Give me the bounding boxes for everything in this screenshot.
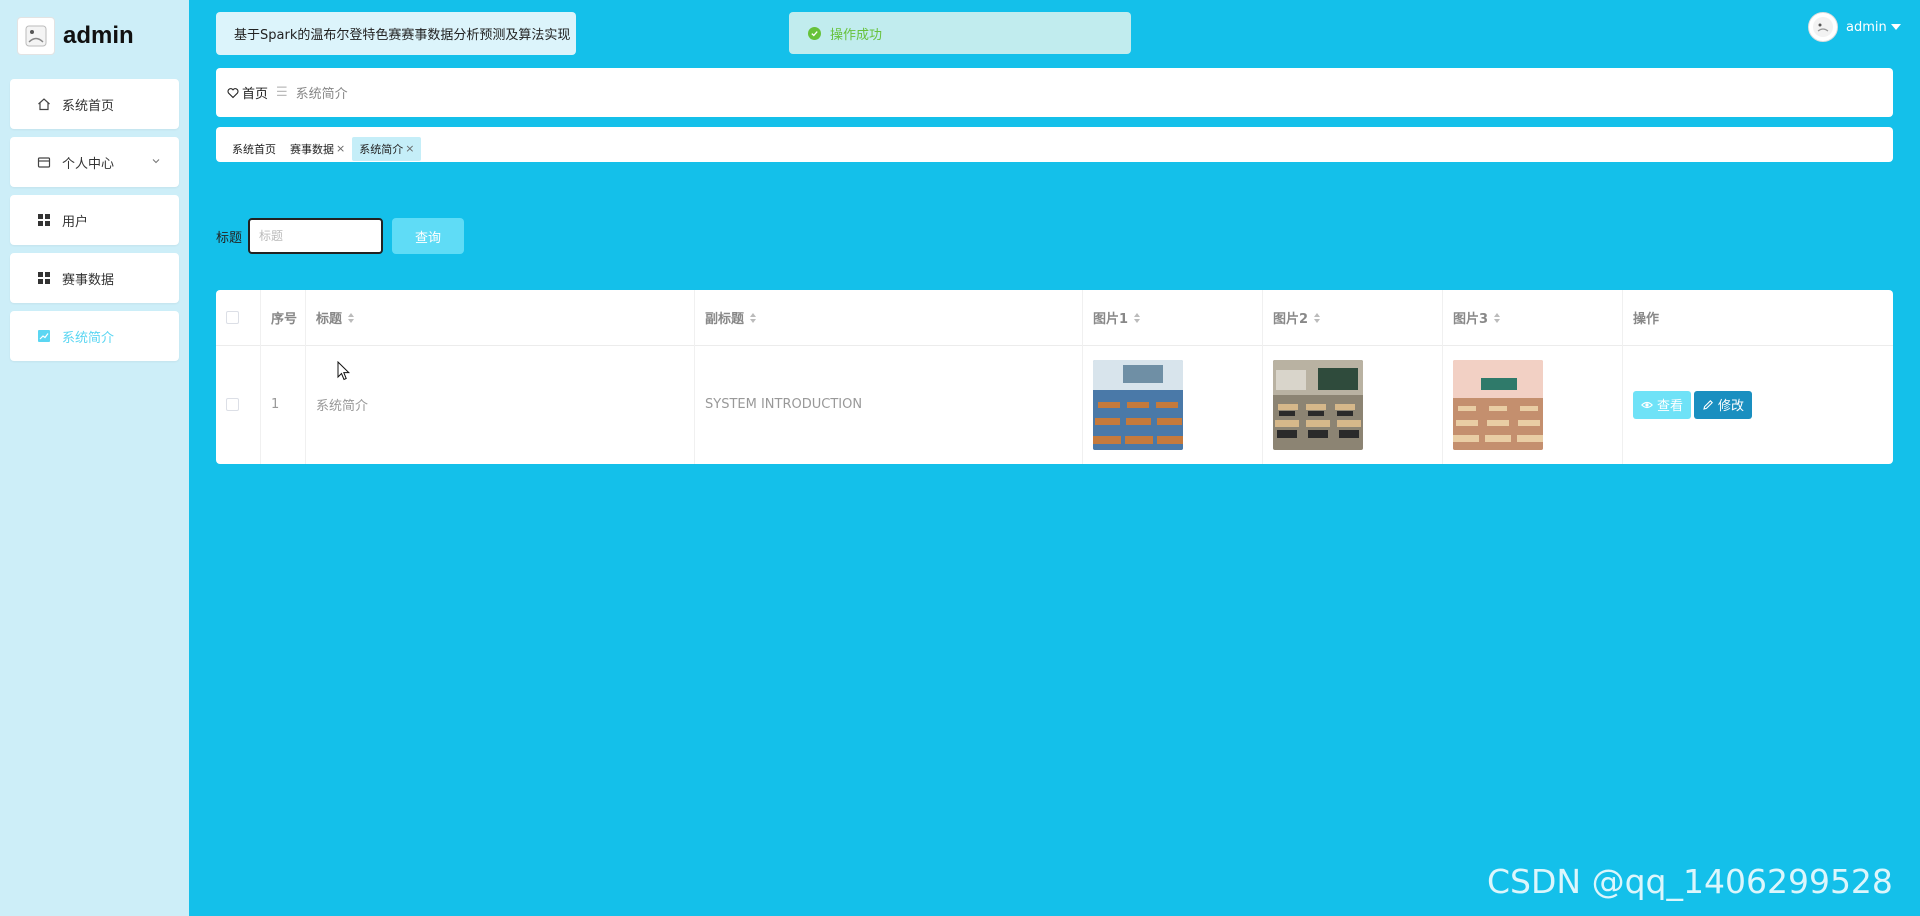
header-label: 标题: [316, 312, 343, 327]
sort-icon[interactable]: [750, 312, 757, 323]
row-select-cell: [216, 345, 261, 464]
breadcrumb: 首页 ☰ 系统简介: [216, 68, 1893, 117]
edit-button[interactable]: 修改: [1694, 390, 1753, 419]
caret-down-icon[interactable]: [1890, 24, 1901, 30]
breadcrumb-home-label: 首页: [242, 87, 269, 102]
search-button[interactable]: 查询: [392, 218, 465, 254]
breadcrumb-current: 系统简介: [295, 87, 348, 102]
eye-icon: [1641, 401, 1653, 408]
system-title: 基于Spark的温布尔登特色赛赛事数据分析预测及算法实现: [216, 12, 576, 55]
success-toast: 操作成功: [789, 12, 1131, 54]
sort-icon[interactable]: [1314, 312, 1321, 323]
cell-image1: [1083, 345, 1263, 464]
data-table: 序号 标题 副标题 图片1 图片2 图片3 操作 1 系统简介 SYSTEM I…: [216, 290, 1893, 464]
sidebar-item-system-intro[interactable]: 系统简介: [10, 311, 179, 361]
heart-icon: [227, 87, 239, 98]
home-icon: [36, 96, 52, 112]
sidebar-item-label: 个人中心: [62, 156, 115, 172]
sidebar-item-users[interactable]: 用户: [10, 195, 179, 245]
sidebar-item-home[interactable]: 系统首页: [10, 79, 179, 129]
table-grid: 序号 标题 副标题 图片1 图片2 图片3 操作 1 系统简介 SYSTEM I…: [216, 290, 1893, 464]
header-label: 图片3: [1453, 312, 1489, 327]
classroom-image[interactable]: [1453, 359, 1543, 450]
tag-label: 系统首页: [232, 142, 276, 156]
watermark: CSDN @qq_1406299528: [1487, 862, 1893, 901]
grid-icon: [36, 270, 52, 286]
chart-icon: [36, 328, 52, 344]
close-icon[interactable]: ×: [336, 142, 345, 155]
brand-title: admin: [63, 22, 134, 49]
breadcrumb-home[interactable]: 首页: [227, 83, 268, 102]
header-subtitle[interactable]: 副标题: [695, 290, 1083, 345]
sort-icon[interactable]: [1494, 312, 1501, 323]
check-circle-icon: [808, 26, 821, 40]
toast-message: 操作成功: [830, 27, 883, 43]
tag-system-intro[interactable]: 系统简介 ×: [352, 136, 422, 161]
cell-image3: [1443, 345, 1623, 464]
search-form: 标题 查询: [216, 218, 465, 254]
sidebar-item-label: 系统简介: [62, 330, 115, 346]
wallet-icon: [36, 154, 52, 170]
tags-bar: 系统首页 赛事数据 × 系统简介 ×: [216, 127, 1893, 162]
user-name[interactable]: admin: [1846, 20, 1887, 35]
cell-title: 系统简介: [306, 345, 695, 464]
view-button-label: 查看: [1657, 399, 1684, 414]
header-label: 图片2: [1273, 312, 1309, 327]
tag-label: 系统简介: [359, 142, 404, 156]
close-icon[interactable]: ×: [405, 142, 414, 155]
row-checkbox[interactable]: [226, 398, 239, 411]
header-actions: 操作: [1623, 290, 1893, 345]
sidebar-item-label: 用户: [62, 214, 89, 230]
header-image2[interactable]: 图片2: [1263, 290, 1443, 345]
header-image3[interactable]: 图片3: [1443, 290, 1623, 345]
sort-icon[interactable]: [348, 312, 355, 323]
sidebar-item-personal-center[interactable]: 个人中心: [10, 137, 179, 187]
sidebar-menu: 系统首页 个人中心 用户 赛事数据 系统简介: [10, 79, 179, 369]
avatar[interactable]: [1808, 12, 1838, 42]
classroom-image[interactable]: [1093, 359, 1183, 450]
sidebar: admin 系统首页 个人中心 用户 赛事数据 系统简介: [0, 0, 189, 916]
pencil-icon: [1703, 399, 1713, 410]
mouse-cursor-icon: [337, 361, 351, 381]
sidebar-item-label: 系统首页: [62, 98, 115, 114]
header-label: 副标题: [705, 312, 745, 327]
grid-icon: [36, 212, 52, 228]
tag-system-home[interactable]: 系统首页: [225, 137, 283, 161]
header-title[interactable]: 标题: [306, 290, 695, 345]
classroom-image[interactable]: [1273, 359, 1363, 450]
tag-match-data[interactable]: 赛事数据 ×: [283, 137, 352, 161]
logo-icon: [17, 17, 55, 55]
chevron-down-icon: [151, 155, 161, 170]
header-image1[interactable]: 图片1: [1083, 290, 1263, 345]
breadcrumb-separator: ☰: [276, 85, 288, 100]
cell-index: 1: [261, 345, 306, 464]
sort-icon[interactable]: [1134, 312, 1141, 323]
select-all-checkbox[interactable]: [226, 311, 239, 324]
user-menu[interactable]: admin: [1808, 12, 1901, 42]
sidebar-item-label: 赛事数据: [62, 272, 115, 288]
header-index: 序号: [261, 290, 306, 345]
cell-actions: 查看 修改: [1623, 345, 1893, 464]
cell-subtitle: SYSTEM INTRODUCTION: [695, 345, 1083, 464]
view-button[interactable]: 查看: [1633, 390, 1692, 419]
sidebar-item-match-data[interactable]: 赛事数据: [10, 253, 179, 303]
cell-image2: [1263, 345, 1443, 464]
title-search-input[interactable]: [248, 218, 384, 254]
tag-label: 赛事数据: [290, 142, 334, 156]
select-all-cell: [216, 290, 261, 345]
header-label: 序号: [271, 312, 298, 327]
brand: admin: [17, 16, 134, 56]
search-label: 标题: [216, 230, 243, 246]
header-label: 图片1: [1093, 312, 1129, 327]
edit-button-label: 修改: [1718, 399, 1745, 414]
header-label: 操作: [1633, 312, 1660, 327]
